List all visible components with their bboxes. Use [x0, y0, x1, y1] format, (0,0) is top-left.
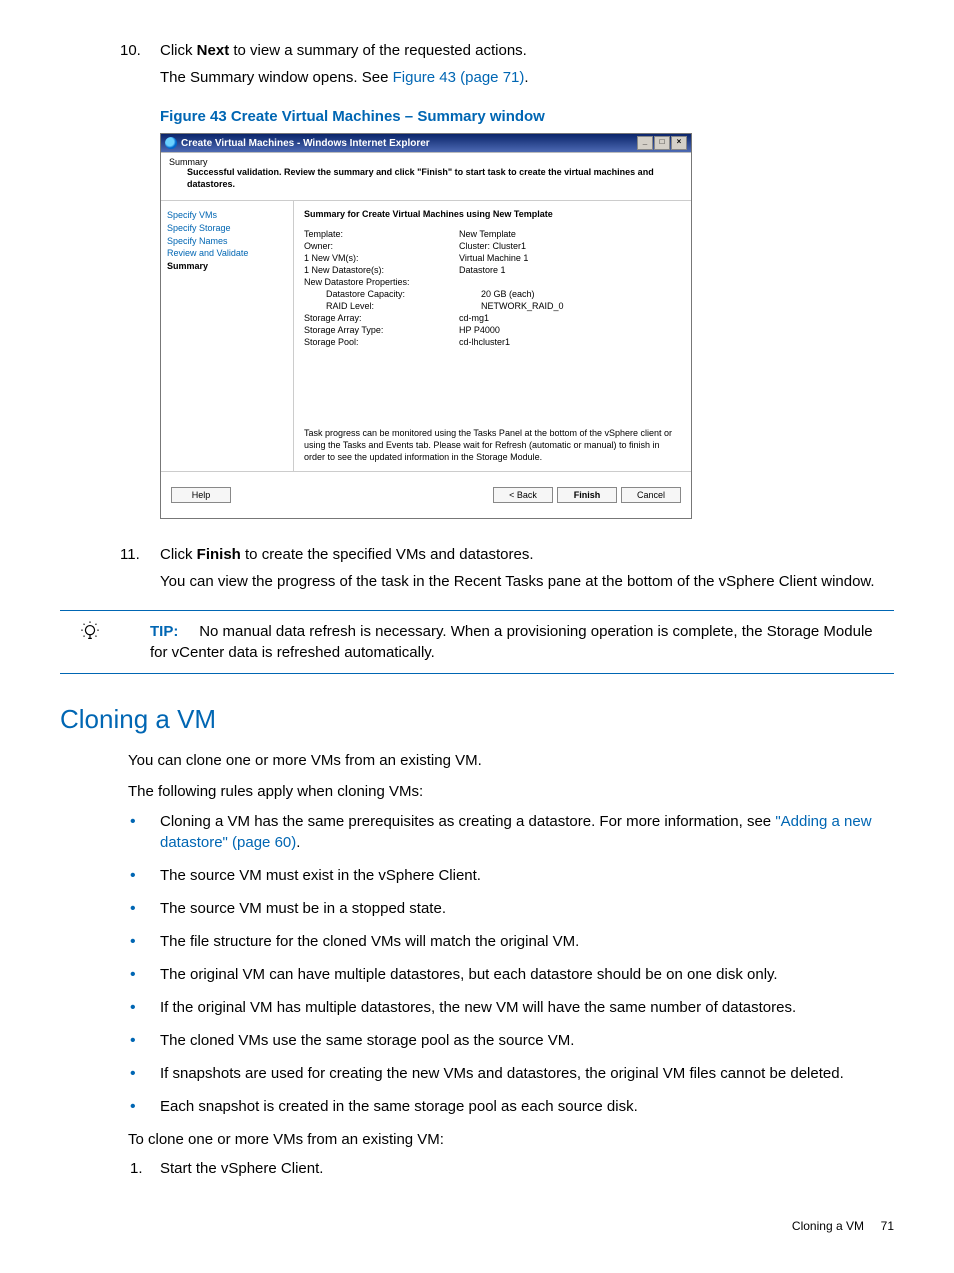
- intro-para-1: You can clone one or more VMs from an ex…: [60, 750, 894, 773]
- nav-specify-storage[interactable]: Specify Storage: [167, 222, 287, 235]
- summary-row: Owner:Cluster: Cluster1: [304, 241, 681, 251]
- nav-review-validate[interactable]: Review and Validate: [167, 247, 287, 260]
- app-window: Create Virtual Machines - Windows Intern…: [160, 133, 692, 519]
- step-number: 1.: [130, 1158, 143, 1179]
- list-item: If snapshots are used for creating the n…: [160, 1063, 894, 1084]
- window-titlebar: Create Virtual Machines - Windows Intern…: [161, 134, 691, 152]
- close-button[interactable]: ×: [671, 136, 687, 150]
- section-heading: Cloning a VM: [60, 704, 894, 735]
- figure-caption: Figure 43 Create Virtual Machines – Summ…: [160, 108, 894, 125]
- page-footer: Cloning a VM 71: [60, 1219, 894, 1233]
- step-number: 11.: [120, 544, 140, 565]
- summary-row: RAID Level:NETWORK_RAID_0: [304, 301, 681, 311]
- step-subtext: The Summary window opens. See Figure 43 …: [160, 69, 529, 86]
- tip-box: TIP: No manual data refresh is necessary…: [60, 610, 894, 674]
- summary-row: 1 New Datastore(s):Datastore 1: [304, 265, 681, 275]
- minimize-button[interactable]: _: [637, 136, 653, 150]
- window-controls: _ □ ×: [637, 136, 687, 150]
- summary-row: New Datastore Properties:: [304, 277, 681, 287]
- wizard-title: Summary: [169, 157, 208, 167]
- summary-heading: Summary for Create Virtual Machines usin…: [304, 209, 681, 219]
- clone-intro-line: To clone one or more VMs from an existin…: [60, 1129, 894, 1152]
- wizard-footer: Help < Back Finish Cancel: [161, 471, 691, 518]
- step-11: 11. Click Finish to create the specified…: [160, 544, 894, 592]
- lightbulb-icon: [60, 621, 120, 663]
- step-text: Click Finish to create the specified VMs…: [160, 546, 534, 563]
- window-title: Create Virtual Machines - Windows Intern…: [181, 138, 430, 149]
- page-number: 71: [881, 1219, 894, 1233]
- wizard-content: Summary for Create Virtual Machines usin…: [293, 201, 691, 471]
- step-subtext: You can view the progress of the task in…: [160, 573, 875, 590]
- wizard-nav: Specify VMs Specify Storage Specify Name…: [161, 201, 293, 471]
- back-button[interactable]: < Back: [493, 487, 553, 503]
- wizard-main: Specify VMs Specify Storage Specify Name…: [161, 201, 691, 471]
- ordered-list-top: 10. Click Next to view a summary of the …: [60, 40, 894, 88]
- intro-para-2: The following rules apply when cloning V…: [60, 781, 894, 804]
- step-number: 10.: [120, 40, 141, 61]
- list-item: The file structure for the cloned VMs wi…: [160, 931, 894, 952]
- summary-row: Storage Pool:cd-lhcluster1: [304, 337, 681, 347]
- window-body: Summary Successful validation. Review th…: [161, 152, 691, 518]
- list-item: If the original VM has multiple datastor…: [160, 997, 894, 1018]
- step-text: Click Next to view a summary of the requ…: [160, 42, 527, 59]
- list-item: The original VM can have multiple datast…: [160, 964, 894, 985]
- nav-summary: Summary: [167, 260, 287, 273]
- figure-screenshot: Create Virtual Machines - Windows Intern…: [160, 133, 894, 519]
- list-item: Cloning a VM has the same prerequisites …: [160, 811, 894, 853]
- list-item: 1. Start the vSphere Client.: [160, 1158, 894, 1179]
- list-item: The source VM must be in a stopped state…: [160, 898, 894, 919]
- wizard-subtitle: Successful validation. Review the summar…: [169, 167, 683, 190]
- wizard-footnote: Task progress can be monitored using the…: [304, 378, 681, 463]
- tip-label: TIP:: [150, 623, 178, 640]
- summary-row: 1 New VM(s):Virtual Machine 1: [304, 253, 681, 263]
- tip-body: No manual data refresh is necessary. Whe…: [150, 623, 873, 661]
- finish-button[interactable]: Finish: [557, 487, 617, 503]
- summary-row: Storage Array:cd-mg1: [304, 313, 681, 323]
- tip-text: TIP: No manual data refresh is necessary…: [120, 621, 894, 663]
- nav-specify-names[interactable]: Specify Names: [167, 235, 287, 248]
- summary-row: Storage Array Type:HP P4000: [304, 325, 681, 335]
- cancel-button[interactable]: Cancel: [621, 487, 681, 503]
- summary-row: Datastore Capacity:20 GB (each): [304, 289, 681, 299]
- list-item: The source VM must exist in the vSphere …: [160, 865, 894, 886]
- figure-crossref-link[interactable]: Figure 43 (page 71): [393, 69, 525, 86]
- ordered-list-bottom: 11. Click Finish to create the specified…: [60, 544, 894, 592]
- numbered-list: 1. Start the vSphere Client.: [60, 1158, 894, 1179]
- wizard-header: Summary Successful validation. Review th…: [161, 153, 691, 201]
- bullet-list: Cloning a VM has the same prerequisites …: [60, 811, 894, 1117]
- summary-row: Template:New Template: [304, 229, 681, 239]
- list-item: The cloned VMs use the same storage pool…: [160, 1030, 894, 1051]
- step-10: 10. Click Next to view a summary of the …: [160, 40, 894, 88]
- maximize-button[interactable]: □: [654, 136, 670, 150]
- nav-specify-vms[interactable]: Specify VMs: [167, 209, 287, 222]
- help-button[interactable]: Help: [171, 487, 231, 503]
- ie-icon: [165, 137, 177, 149]
- list-item: Each snapshot is created in the same sto…: [160, 1096, 894, 1117]
- step-text: Start the vSphere Client.: [160, 1160, 323, 1177]
